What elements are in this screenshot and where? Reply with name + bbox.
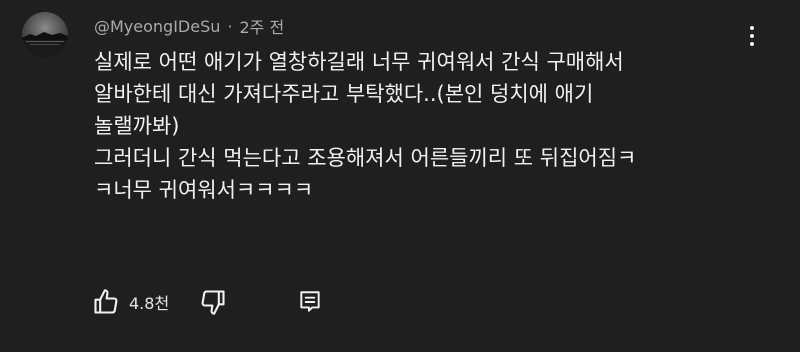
comment-body: 실제로 어떤 애기가 열창하길래 너무 귀여워서 간식 구매해서 알바한테 대신… xyxy=(94,46,784,206)
comment-meta: @MyeongIDeSu · 2주 전 xyxy=(94,14,284,38)
thumbs-up-icon xyxy=(94,289,118,314)
more-vertical-icon xyxy=(750,26,754,30)
comment-time[interactable]: 2주 전 xyxy=(239,14,284,38)
dislike-button[interactable] xyxy=(199,288,227,316)
like-count: 4.8천 xyxy=(129,294,170,313)
comment-line: 그러더니 간식 먹는다고 조용해져서 어른들끼리 또 뒤집어짐ㅋ xyxy=(94,146,637,170)
like-button[interactable] xyxy=(92,288,120,316)
comment-line: ㅋ너무 귀여워서ㅋㅋㅋㅋ xyxy=(94,178,314,202)
author-name[interactable]: @MyeongIDeSu xyxy=(94,17,220,36)
meta-separator: · xyxy=(227,16,233,36)
comment-line: 알바한테 대신 가져다주라고 부탁했다..(본인 덩치에 애기 xyxy=(94,82,594,106)
comment-line: 실제로 어떤 애기가 열창하길래 너무 귀여워서 간식 구매해서 xyxy=(94,50,624,74)
thumbs-down-icon xyxy=(201,290,225,315)
comment-line: 놀랠까봐) xyxy=(94,114,180,138)
avatar-image-icon xyxy=(22,12,68,58)
reply-comment-icon xyxy=(300,291,320,312)
more-vertical-icon-dot xyxy=(750,34,754,38)
comment-thread: @MyeongIDeSu · 2주 전 실제로 어떤 애기가 열창하길래 너무 … xyxy=(0,0,800,352)
comment-actions: 4.8천 xyxy=(92,286,323,318)
reply-button[interactable] xyxy=(297,289,323,315)
avatar[interactable] xyxy=(22,12,68,58)
